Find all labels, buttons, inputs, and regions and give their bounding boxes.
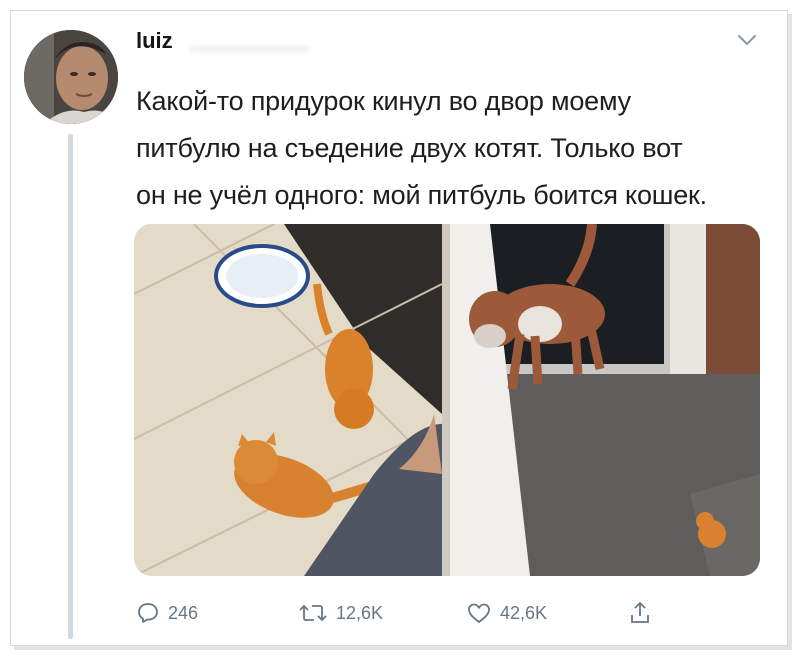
retweet-count: 12,6K — [336, 602, 384, 623]
avatar[interactable] — [24, 30, 118, 124]
media-grid — [134, 224, 760, 576]
retweet-button[interactable]: 12,6K — [298, 598, 383, 628]
like-count: 42,6K — [500, 602, 548, 623]
card-shadow-bottom — [14, 646, 792, 650]
card-shadow-right — [788, 14, 792, 650]
tweet-text: Какой-то придурок кинул во двор моему пи… — [136, 78, 776, 219]
reply-icon — [138, 603, 158, 623]
retweet-icon — [299, 604, 327, 622]
avatar-photo — [24, 30, 118, 124]
heart-icon — [468, 603, 490, 623]
chevron-down-icon[interactable] — [736, 32, 758, 48]
reply-count: 246 — [168, 602, 199, 623]
action-bar: 246 12,6K 42,6K — [0, 598, 800, 628]
tweet-text-line: Какой-то придурок кинул во двор моему — [136, 86, 631, 116]
share-icon — [631, 602, 649, 623]
share-button[interactable] — [628, 598, 652, 628]
tweet-text-line: он не учёл одного: мой питбуль боится ко… — [136, 180, 707, 210]
blurred-handle — [190, 46, 310, 52]
photo-pitbull[interactable] — [450, 224, 760, 576]
tweet-text-line: питбулю на съедение двух котят. Только в… — [136, 133, 683, 163]
like-button[interactable]: 42,6K — [466, 598, 547, 628]
photo-kittens[interactable] — [134, 224, 442, 576]
reply-button[interactable]: 246 — [136, 598, 198, 628]
username[interactable]: luiz — [136, 28, 173, 54]
thread-line — [68, 134, 73, 639]
